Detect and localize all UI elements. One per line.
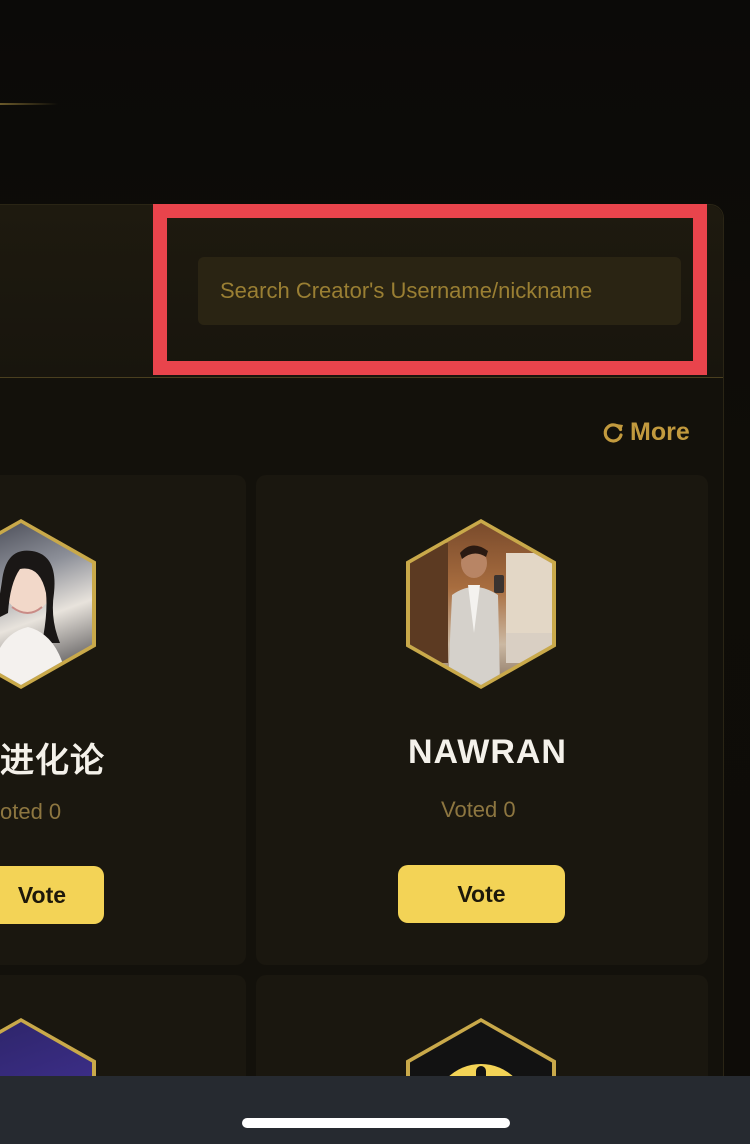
vote-button[interactable]: Vote — [398, 865, 565, 923]
refresh-icon — [603, 422, 623, 442]
page: More 进化论 oted 0 Vote — [0, 0, 750, 1144]
more-label: More — [630, 418, 690, 446]
header-accent-line — [0, 103, 58, 105]
avatar — [410, 523, 552, 685]
search-input[interactable] — [218, 277, 661, 305]
vote-button[interactable]: Vote — [0, 866, 104, 924]
avatar-illustration — [410, 543, 552, 685]
bottom-bar — [0, 1076, 750, 1144]
panel-header — [0, 205, 723, 378]
home-indicator[interactable] — [242, 1118, 510, 1128]
voted-count: oted 0 — [0, 799, 62, 824]
creator-name: NAWRAN — [408, 733, 567, 771]
creator-name: 进化论 — [0, 742, 105, 780]
voted-count: Voted 0 — [441, 797, 516, 822]
search-box[interactable] — [198, 257, 681, 325]
more-button[interactable]: More — [600, 418, 690, 447]
